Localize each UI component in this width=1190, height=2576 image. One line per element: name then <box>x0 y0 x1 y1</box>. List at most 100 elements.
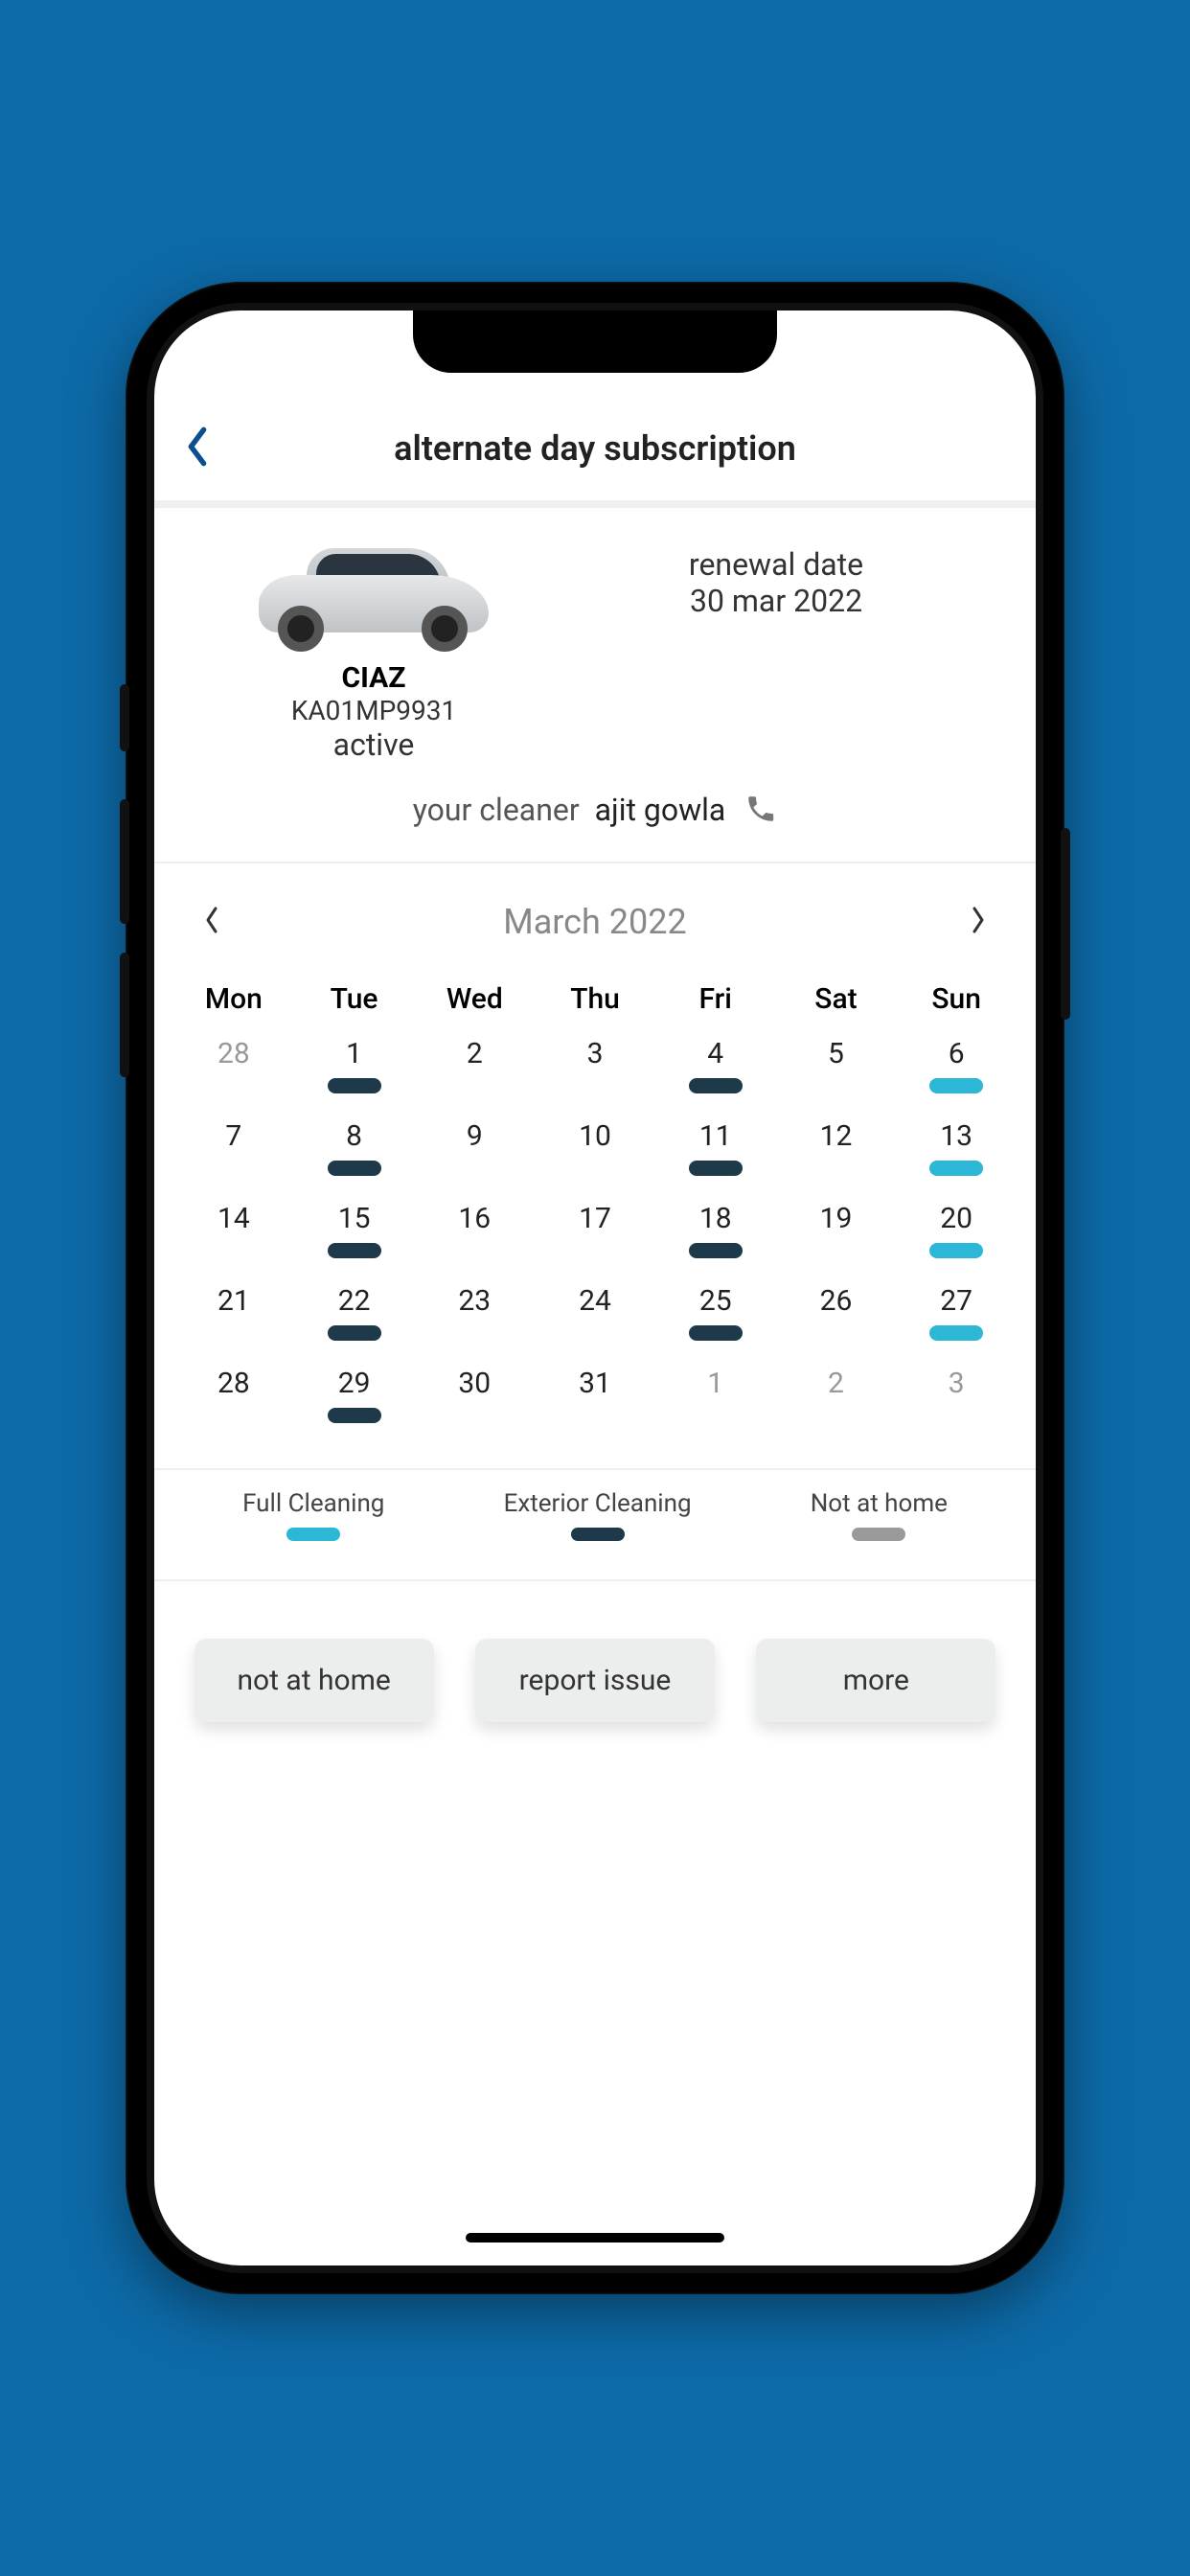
car-image <box>249 537 498 652</box>
calendar-day[interactable]: 23 <box>414 1275 535 1357</box>
calendar-day[interactable]: 2 <box>776 1357 897 1439</box>
calendar-day[interactable]: 6 <box>896 1027 1017 1110</box>
calendar-header: Sat <box>776 971 897 1027</box>
calendar-day[interactable]: 2 <box>414 1027 535 1110</box>
month-label: March 2022 <box>503 902 686 942</box>
calendar-day[interactable]: 15 <box>294 1192 415 1275</box>
calendar-day[interactable]: 26 <box>776 1275 897 1357</box>
calendar-day[interactable]: 13 <box>896 1110 1017 1192</box>
car-plate: KA01MP9931 <box>291 695 456 726</box>
subscription-info: CIAZ KA01MP9931 active renewal date 30 m… <box>154 506 1036 772</box>
ext-pill-icon <box>328 1078 381 1093</box>
day-number: 23 <box>414 1284 535 1318</box>
home-indicator[interactable] <box>466 2233 724 2242</box>
day-number: 27 <box>896 1284 1017 1318</box>
calendar-day[interactable]: 3 <box>896 1357 1017 1439</box>
day-number: 8 <box>294 1119 415 1153</box>
day-number: 3 <box>896 1367 1017 1400</box>
calendar-day[interactable]: 17 <box>535 1192 655 1275</box>
legend: Full Cleaning Exterior Cleaning Not at h… <box>154 1468 1036 1581</box>
phone-icon[interactable] <box>744 793 777 833</box>
legend-not-at-home: Not at home <box>811 1489 948 1541</box>
day-number: 13 <box>896 1119 1017 1153</box>
calendar-day[interactable]: 14 <box>173 1192 294 1275</box>
full-cleaning-pill-icon <box>286 1528 340 1541</box>
prev-month-icon[interactable] <box>202 905 221 939</box>
calendar-day[interactable]: 12 <box>776 1110 897 1192</box>
car-model: CIAZ <box>341 661 405 695</box>
calendar-day[interactable]: 7 <box>173 1110 294 1192</box>
page-title: alternate day subscription <box>183 428 1007 469</box>
cleaner-label: your cleaner <box>413 792 580 828</box>
calendar-day[interactable]: 9 <box>414 1110 535 1192</box>
legend-label-full: Full Cleaning <box>242 1489 384 1518</box>
day-number: 7 <box>173 1119 294 1153</box>
ext-pill-icon <box>689 1325 743 1341</box>
day-number: 1 <box>294 1037 415 1070</box>
exterior-cleaning-pill-icon <box>571 1528 625 1541</box>
next-month-icon[interactable] <box>969 905 988 939</box>
day-number: 26 <box>776 1284 897 1318</box>
more-button[interactable]: more <box>756 1639 995 1722</box>
day-number: 6 <box>896 1037 1017 1070</box>
cleaner-row: your cleaner ajit gowla <box>154 772 1036 863</box>
day-number: 2 <box>414 1037 535 1070</box>
calendar-day[interactable]: 16 <box>414 1192 535 1275</box>
calendar-day[interactable]: 28 <box>173 1027 294 1110</box>
calendar-day[interactable]: 20 <box>896 1192 1017 1275</box>
day-number: 1 <box>655 1367 776 1400</box>
calendar-day[interactable]: 31 <box>535 1357 655 1439</box>
day-number: 4 <box>655 1037 776 1070</box>
calendar-day[interactable]: 5 <box>776 1027 897 1110</box>
calendar-day[interactable]: 18 <box>655 1192 776 1275</box>
calendar-day[interactable]: 3 <box>535 1027 655 1110</box>
day-number: 2 <box>776 1367 897 1400</box>
not-at-home-button[interactable]: not at home <box>195 1639 434 1722</box>
full-pill-icon <box>929 1325 983 1341</box>
calendar-day[interactable]: 1 <box>294 1027 415 1110</box>
day-number: 20 <box>896 1202 1017 1235</box>
calendar-day[interactable]: 10 <box>535 1110 655 1192</box>
calendar-day[interactable]: 22 <box>294 1275 415 1357</box>
not-at-home-pill-icon <box>852 1528 905 1541</box>
day-number: 28 <box>173 1367 294 1400</box>
subscription-status: active <box>333 726 415 763</box>
calendar-day[interactable]: 19 <box>776 1192 897 1275</box>
day-number: 18 <box>655 1202 776 1235</box>
day-number: 22 <box>294 1284 415 1318</box>
calendar-day[interactable]: 28 <box>173 1357 294 1439</box>
ext-pill-icon <box>328 1161 381 1176</box>
day-number: 16 <box>414 1202 535 1235</box>
day-number: 9 <box>414 1119 535 1153</box>
full-pill-icon <box>929 1078 983 1093</box>
calendar-day[interactable]: 21 <box>173 1275 294 1357</box>
renewal-label: renewal date <box>555 546 997 583</box>
calendar-day[interactable]: 29 <box>294 1357 415 1439</box>
calendar-day[interactable]: 24 <box>535 1275 655 1357</box>
calendar-day[interactable]: 11 <box>655 1110 776 1192</box>
ext-pill-icon <box>328 1408 381 1423</box>
calendar-header: Sun <box>896 971 1017 1027</box>
calendar-header: Fri <box>655 971 776 1027</box>
calendar-header: Wed <box>414 971 535 1027</box>
calendar-day[interactable]: 4 <box>655 1027 776 1110</box>
calendar-day[interactable]: 30 <box>414 1357 535 1439</box>
day-number: 12 <box>776 1119 897 1153</box>
calendar-day[interactable]: 1 <box>655 1357 776 1439</box>
calendar-header: Tue <box>294 971 415 1027</box>
ext-pill-icon <box>689 1078 743 1093</box>
calendar-day[interactable]: 27 <box>896 1275 1017 1357</box>
report-issue-button[interactable]: report issue <box>475 1639 715 1722</box>
calendar-day[interactable]: 8 <box>294 1110 415 1192</box>
day-number: 11 <box>655 1119 776 1153</box>
legend-label-exterior: Exterior Cleaning <box>504 1489 692 1518</box>
full-pill-icon <box>929 1243 983 1258</box>
calendar-header: Thu <box>535 971 655 1027</box>
calendar-day[interactable]: 25 <box>655 1275 776 1357</box>
full-pill-icon <box>929 1161 983 1176</box>
day-number: 25 <box>655 1284 776 1318</box>
day-number: 29 <box>294 1367 415 1400</box>
day-number: 24 <box>535 1284 655 1318</box>
legend-full-cleaning: Full Cleaning <box>242 1489 384 1541</box>
ext-pill-icon <box>689 1243 743 1258</box>
